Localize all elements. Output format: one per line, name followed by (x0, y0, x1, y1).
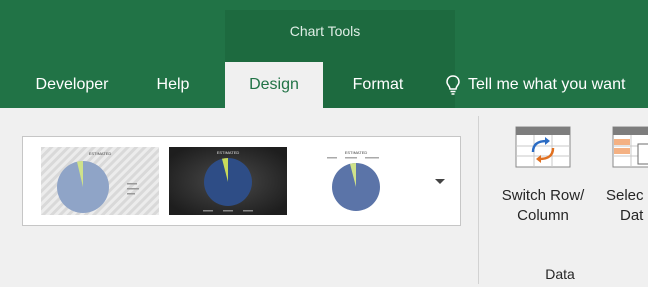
tab-developer[interactable]: Developer (22, 62, 122, 108)
switch-row-column-button[interactable]: Switch Row/ Column (488, 186, 598, 226)
gallery-more-button[interactable] (421, 136, 461, 226)
tab-format[interactable]: Format (333, 62, 423, 108)
chart-style-3-title: ESTIMATED (345, 150, 368, 155)
chart-styles-gallery: ESTIMATED ESTIMATED ESTIMATED (22, 136, 422, 226)
select-data-label-line1: Selec (606, 187, 644, 204)
data-group-label: Data (545, 266, 575, 282)
chart-style-2[interactable]: ESTIMATED (169, 147, 287, 215)
tab-design[interactable]: Design (225, 62, 323, 108)
select-data-button[interactable]: Selec Dat (606, 186, 648, 226)
ribbon-design-panel: ESTIMATED ESTIMATED ESTIMATED Switch Row… (0, 108, 648, 287)
chart-tools-label: Chart Tools (289, 23, 361, 39)
chevron-down-icon (435, 179, 445, 184)
chart-style-1[interactable]: ESTIMATED (41, 147, 159, 215)
tab-help[interactable]: Help (148, 62, 198, 108)
lightbulb-icon (446, 75, 460, 95)
switch-row-column-icon[interactable] (515, 126, 571, 168)
tell-me-text: Tell me what you want (468, 76, 626, 93)
switch-row-column-label-line2: Column (517, 207, 569, 224)
chart-style-3[interactable]: ESTIMATED (297, 147, 415, 215)
tell-me-search[interactable]: Tell me what you want (446, 62, 625, 108)
select-data-label-line2: Dat (620, 207, 644, 224)
switch-row-column-label-line1: Switch Row/ (501, 187, 585, 204)
select-data-icon[interactable] (612, 126, 648, 168)
chart-style-2-title: ESTIMATED (217, 150, 240, 155)
chart-style-1-title: ESTIMATED (89, 151, 112, 156)
group-separator (478, 116, 479, 284)
